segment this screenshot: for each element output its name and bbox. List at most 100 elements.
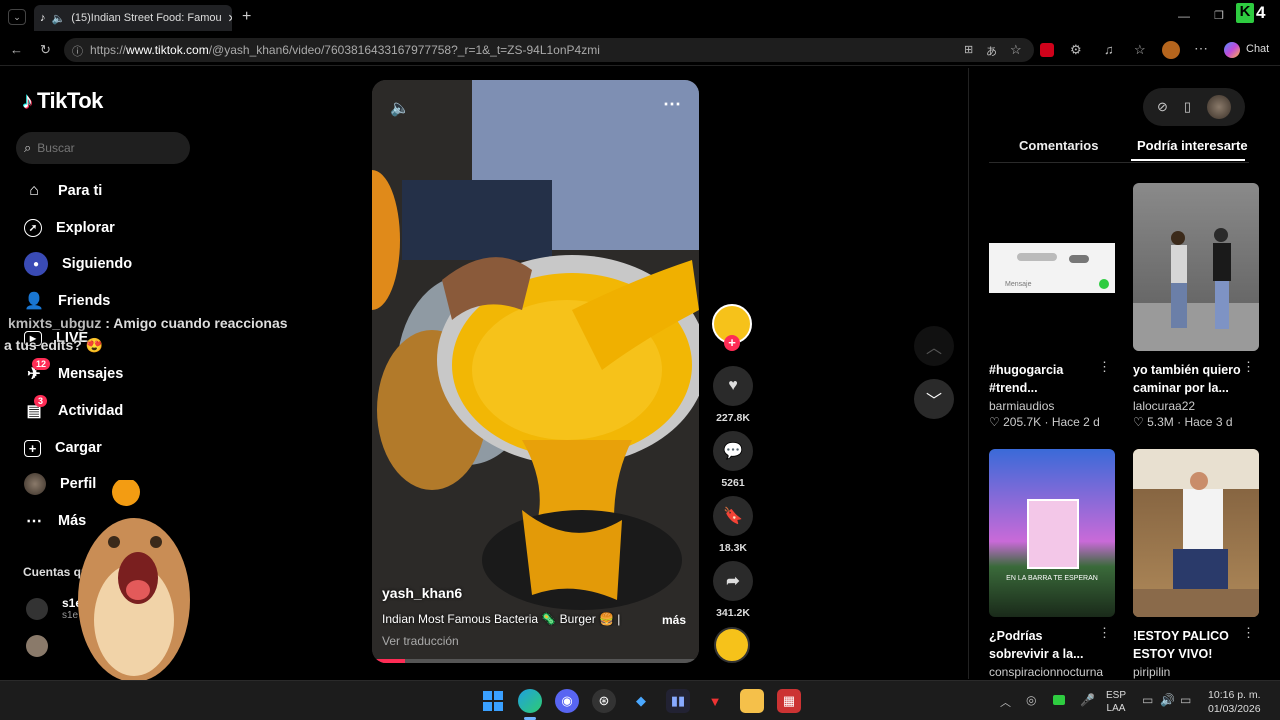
sidebar-item-cargar[interactable]: + Cargar [24,433,102,463]
recommended-video-card[interactable]: yo también quiero caminar por la... lalo… [1133,183,1259,429]
reload-icon[interactable]: ↻ [40,42,51,58]
app-diamond-icon[interactable]: ◆ [629,689,653,713]
card-more-icon[interactable]: ⋮ [1098,359,1111,375]
following-avatar[interactable] [26,598,48,620]
discord-icon[interactable]: ◉ [555,689,579,713]
tray-app-icon[interactable]: ◎ [1026,693,1036,707]
video-player[interactable]: 🔈 ⋯ yash_khan6 Indian Most Famous Bacter… [372,80,699,663]
favorite-star-icon[interactable]: ☆ [1010,42,1022,58]
like-action[interactable]: ♥ 227.8K [712,366,754,424]
device-icon[interactable]: ▯ [1184,99,1191,115]
card-author[interactable]: piripilin [1133,665,1259,679]
recommended-video-card[interactable]: !ESTOY PALICO ESTOY VIVO! piripilin ⋮ [1133,449,1259,679]
following-avatar[interactable] [26,635,48,657]
sidebar-item-actividad[interactable]: ▤ 3 Actividad [24,395,123,426]
favorites-icon[interactable]: ☆ [1134,42,1146,58]
sidebar-item-explorar[interactable]: ➚ Explorar [24,213,115,243]
search-box[interactable]: ⌕ [16,132,190,164]
overlay-chat-line2: a tus edits? [4,337,82,353]
translate-icon[interactable]: あ [986,43,997,59]
copilot-icon[interactable] [1224,42,1240,58]
restore-icon[interactable]: ❐ [1214,9,1224,22]
file-explorer-icon[interactable] [740,689,764,713]
profile-avatar[interactable] [1162,41,1180,59]
minimize-icon[interactable]: — [1178,9,1190,23]
new-tab-icon[interactable]: + [242,8,251,26]
following-icon: ● [24,252,48,276]
browser-tab[interactable]: ♪ 🔈 (15)Indian Street Food: Famou ✕ [34,5,232,31]
video-thumbnail: Mensaje [989,183,1115,351]
follow-plus-icon[interactable]: + [724,335,740,351]
media-control-icon[interactable]: ♫ [1104,42,1114,57]
progress-track[interactable] [372,659,699,663]
sidebar-item-para-ti[interactable]: ⌂ Para ti [24,176,102,206]
url-prefix: https:// [90,43,127,57]
audio-message-label: Mensaje [1005,281,1032,288]
tiktok-logo[interactable]: ♪ TikTok [22,88,103,114]
video-thumbnail: EN LA BARRA TE ESPERAN [989,449,1115,617]
steam-icon[interactable]: ⊛ [592,689,616,713]
tab-podria-interesarte[interactable]: Podría interesarte [1137,138,1248,153]
clock[interactable]: 10:16 p. m. 01/03/2026 [1208,688,1261,716]
sidebar-item-mensajes[interactable]: ✈ 12 Mensajes [24,358,123,389]
heart-icon[interactable]: ♥ [713,366,753,406]
right-panel: ⊘ ▯ Comentarios Podría interesarte Mensa… [968,68,1276,679]
language-indicator[interactable]: ESP LAA [1106,689,1126,715]
saves-count: 18.3K [718,542,748,554]
tab-comentarios[interactable]: Comentarios [1019,138,1098,153]
nvidia-tray-icon[interactable] [1053,695,1065,705]
previous-video-button[interactable]: ︿ [914,326,954,366]
adblock-extension-icon[interactable] [1040,43,1054,57]
comment-icon[interactable]: 💬 [713,431,753,471]
comment-action[interactable]: 💬 5261 [712,431,754,489]
url-field[interactable]: ⓘ https://www.tiktok.com/@yash_khan6/vid… [64,38,1034,62]
share-action[interactable]: ➦ 341.2K [712,561,754,619]
sidebar-item-label: Explorar [56,220,115,236]
avatar[interactable] [1206,95,1231,119]
tab-list-icon[interactable]: ⌄ [8,9,26,25]
card-more-icon[interactable]: ⋮ [1242,359,1255,375]
audio-app-icon[interactable]: ▮▮ [666,689,690,713]
card-more-icon[interactable]: ⋮ [1098,625,1111,641]
microphone-icon[interactable]: 🎤 [1080,693,1095,707]
tray-overflow-icon[interactable]: ︿ [1000,694,1011,710]
edge-browser-icon[interactable] [518,689,542,713]
share-icon[interactable]: ➦ [713,561,753,601]
card-more-icon[interactable]: ⋮ [1242,625,1255,641]
recommended-video-card[interactable]: Mensaje #hugogarcia #trend... barmiaudio… [989,183,1115,429]
site-info-icon[interactable]: ⓘ [72,43,83,59]
chat-button[interactable]: Chat [1246,43,1269,55]
card-author[interactable]: lalocuraa22 [1133,399,1259,413]
tab-divider [989,162,1249,163]
settings-more-icon[interactable]: ⋯ [1194,40,1208,57]
sidebar-item-siguiendo[interactable]: ● Siguiendo [24,249,132,279]
video-thumbnail [1133,449,1259,617]
image-app-icon[interactable]: ▦ [777,689,801,713]
bookmark-icon[interactable]: 🔖 [713,496,753,536]
extensions-icon[interactable]: ⚙ [1070,42,1082,58]
network-icon[interactable]: ▭ [1142,693,1153,707]
save-action[interactable]: 🔖 18.3K [712,496,754,554]
video-author[interactable]: yash_khan6 [382,585,462,601]
tiktok-page: ♪ TikTok ⌕ ⌂ Para ti ➚ Explorar ● Siguie… [4,68,1276,682]
recommended-video-card[interactable]: EN LA BARRA TE ESPERAN ¿Podrías sobreviv… [989,449,1115,679]
video-more-icon[interactable]: ⋯ [663,94,681,115]
volume-icon[interactable]: 🔈 [390,98,410,118]
battery-icon[interactable]: ▭ [1180,693,1191,707]
music-disc-icon[interactable] [714,627,750,663]
volume-tray-icon[interactable]: 🔊 [1160,693,1175,707]
translate-link[interactable]: Ver traducción [382,634,459,648]
close-tab-icon[interactable]: ✕ [228,12,232,25]
heart-outline-icon: ♡ [1133,415,1144,429]
back-icon[interactable]: ← [10,42,23,57]
card-author[interactable]: barmiaudios [989,399,1115,413]
card-author[interactable]: conspiracionnocturna [989,665,1115,679]
next-video-button[interactable]: ﹀ [914,379,954,419]
caption-more-link[interactable]: más [662,613,686,627]
red-triangle-app-icon[interactable]: ▼ [703,689,727,713]
windows-start-icon[interactable] [481,689,505,713]
app-available-icon[interactable]: ⊞ [964,43,973,56]
speaker-icon[interactable]: 🔈 [52,12,66,25]
search-input[interactable] [37,141,168,155]
compass-icon[interactable]: ⊘ [1157,99,1168,115]
